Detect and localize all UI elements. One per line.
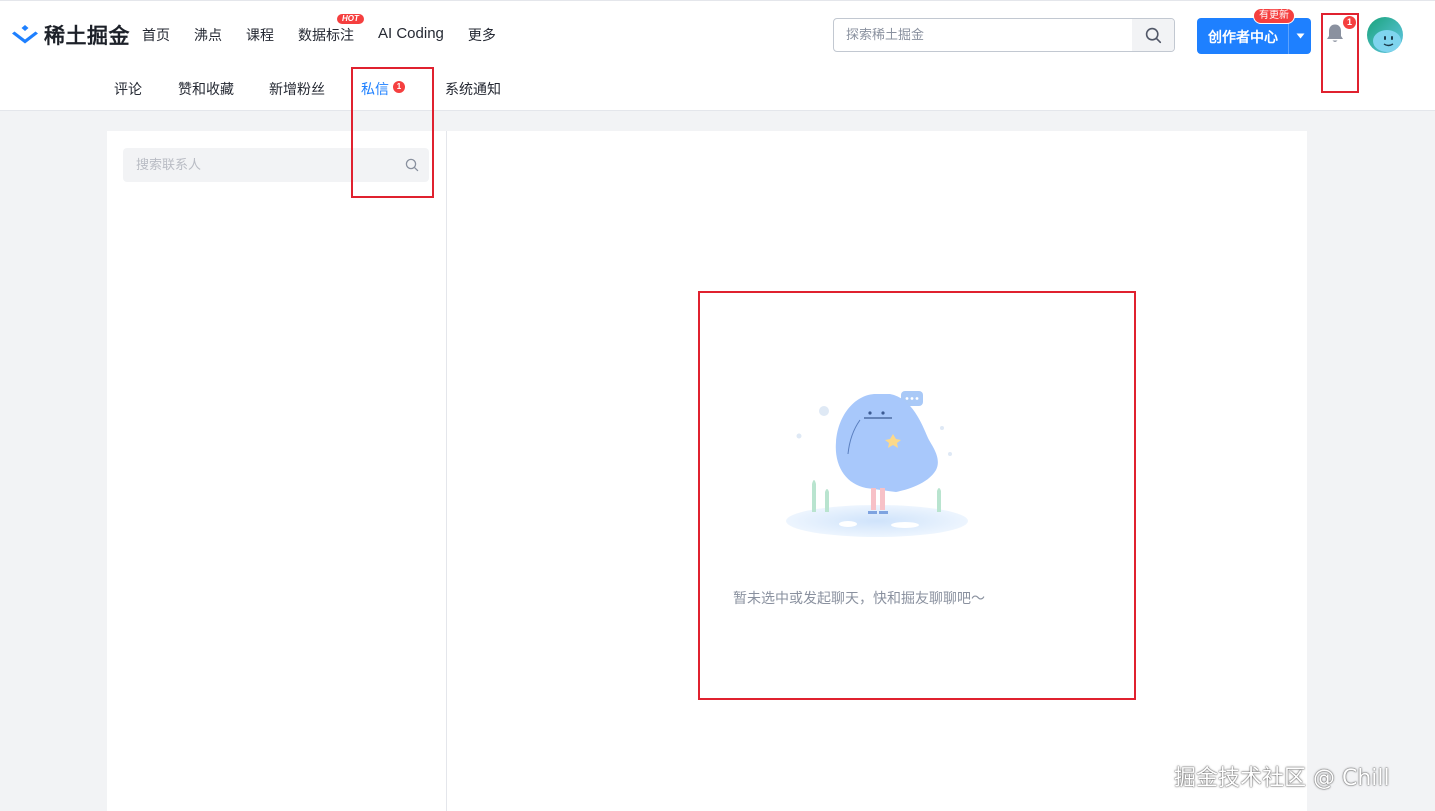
tab-comments[interactable]: 评论 (114, 79, 142, 99)
bell-icon[interactable] (1325, 23, 1345, 45)
brand-name: 稀土掘金 (44, 24, 130, 48)
tab-private-messages[interactable]: 私信 (361, 79, 389, 99)
nav-item-pins[interactable]: 沸点 (194, 25, 222, 45)
tab-new-followers[interactable]: 新增粉丝 (269, 79, 325, 99)
main-nav: 首页 沸点 课程 数据标注 HOT AI Coding 更多 (142, 14, 520, 45)
nav-item-label: 数据标注 (298, 28, 354, 44)
nav-item-courses[interactable]: 课程 (246, 25, 274, 45)
site-search (833, 18, 1175, 52)
top-navbar: 稀土掘金 首页 沸点 课程 数据标注 HOT AI Coding 更多 创作者中… (0, 0, 1435, 67)
creator-center-button[interactable]: 创作者中心 (1197, 18, 1311, 54)
nav-item-home[interactable]: 首页 (142, 25, 170, 45)
notification-tabs: 评论 赞和收藏 新增粉丝 私信 1 系统通知 (0, 67, 1435, 111)
tab-system-notifications[interactable]: 系统通知 (445, 79, 501, 99)
avatar-icon[interactable] (1367, 17, 1403, 53)
search-button[interactable] (1132, 19, 1174, 51)
hot-badge: HOT (337, 14, 364, 24)
creator-center-label: 创作者中心 (1208, 30, 1278, 46)
tab-likes-favorites[interactable]: 赞和收藏 (178, 79, 234, 99)
caret-down-icon[interactable] (1294, 28, 1306, 44)
juejin-logo-icon (12, 25, 38, 44)
contact-list-panel (107, 131, 446, 811)
contact-search-input[interactable] (123, 148, 393, 182)
empty-chat-message: 暂未选中或发起聊天，快和掘友聊聊吧～ (733, 591, 985, 607)
empty-chat-illustration (786, 391, 968, 537)
site-search-input[interactable] (834, 19, 1130, 51)
search-icon (1145, 27, 1161, 43)
brand-logo[interactable]: 稀土掘金 (11, 22, 130, 48)
nav-item-ai-coding[interactable]: AI Coding (378, 25, 444, 45)
search-icon[interactable] (405, 158, 419, 172)
nav-item-data-annotation[interactable]: 数据标注 HOT (298, 14, 364, 45)
contact-search (123, 148, 429, 182)
nav-item-more[interactable]: 更多 (468, 25, 496, 45)
watermark: 掘金技术社区 @ Chill (1174, 766, 1390, 791)
private-message-count-badge: 1 (393, 81, 405, 93)
notification-count-badge: 1 (1343, 16, 1356, 29)
update-badge: 有更新 (1253, 8, 1295, 24)
